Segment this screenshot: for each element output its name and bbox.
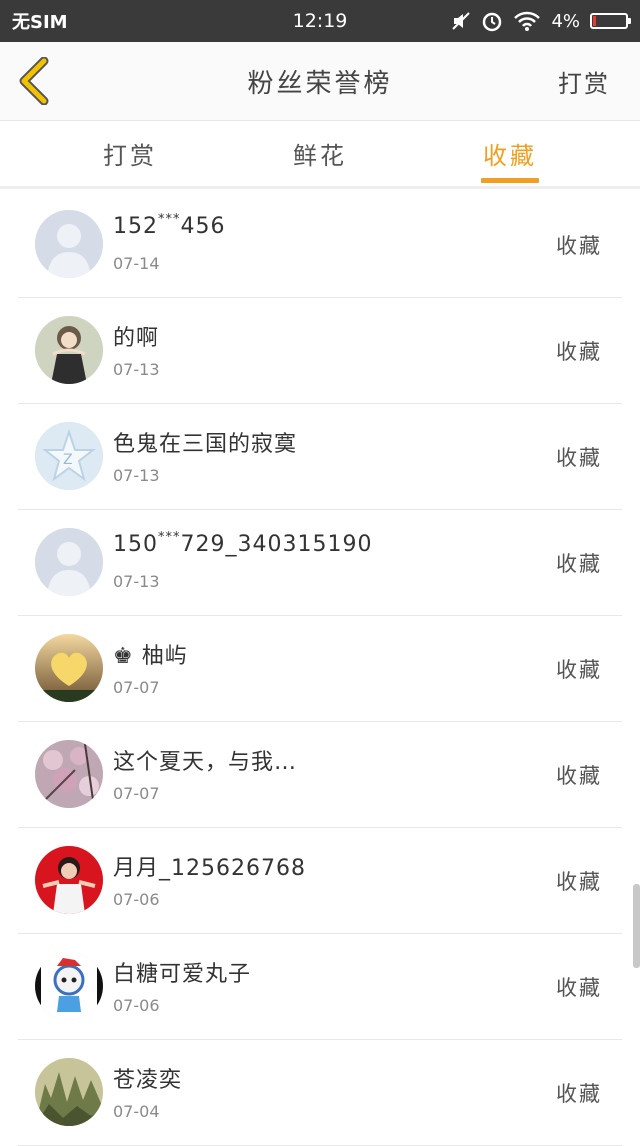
- tab-favorites[interactable]: 收藏: [460, 121, 560, 186]
- user-name: 的啊: [113, 326, 160, 351]
- tab-flowers[interactable]: 鲜花: [270, 121, 370, 186]
- date: 07-13: [113, 360, 160, 379]
- user-name: 色鬼在三国的寂寞: [113, 432, 298, 457]
- reward-button[interactable]: 打赏: [558, 64, 610, 99]
- date: 07-06: [113, 996, 160, 1015]
- avatar: [35, 846, 103, 914]
- list-item[interactable]: Z 色鬼在三国的寂寞 07-13 收藏: [18, 404, 622, 510]
- tab-label: 打赏: [103, 142, 157, 170]
- favorite-label: 收藏: [556, 1082, 602, 1106]
- svg-text:Z: Z: [63, 452, 73, 468]
- favorite-label: 收藏: [556, 870, 602, 894]
- avatar: [35, 634, 103, 702]
- user-name: 152***456: [113, 212, 226, 239]
- user-name: 白糖可爱丸子: [113, 962, 252, 987]
- avatar: [35, 740, 103, 808]
- user-name: 苍凌奕: [113, 1068, 183, 1093]
- chevron-left-icon: [19, 57, 49, 105]
- list-item[interactable]: 这个夏天，与我… 07-07 收藏: [18, 722, 622, 828]
- avatar: [35, 1058, 103, 1126]
- avatar: [35, 528, 103, 596]
- favorite-label: 收藏: [556, 446, 602, 470]
- avatar: [35, 210, 103, 278]
- list-item[interactable]: 白糖可爱丸子 07-06 收藏: [18, 934, 622, 1040]
- favorite-label: 收藏: [556, 976, 602, 1000]
- favorite-label: 收藏: [556, 552, 602, 576]
- date: 07-14: [113, 254, 160, 273]
- favorite-label: 收藏: [556, 234, 602, 258]
- avatar: [35, 316, 103, 384]
- date: 07-06: [113, 890, 160, 909]
- list-item[interactable]: 月月_125626768 07-06 收藏: [18, 828, 622, 934]
- status-bar: 无SIM 12:19 4%: [0, 0, 640, 42]
- date: 07-07: [113, 784, 160, 803]
- date: 07-13: [113, 466, 160, 485]
- date: 07-13: [113, 572, 160, 591]
- alarm-icon: [481, 10, 503, 32]
- mute-icon: [451, 11, 471, 31]
- carrier-label: 无SIM: [12, 12, 68, 33]
- fan-list: 152***456 07-14 收藏 的啊 07-13 收藏 Z 色鬼在三国的寂…: [0, 192, 640, 1146]
- tab-label: 收藏: [483, 142, 537, 170]
- favorite-label: 收藏: [556, 658, 602, 682]
- favorite-label: 收藏: [556, 340, 602, 364]
- list-item[interactable]: 的啊 07-13 收藏: [18, 298, 622, 404]
- list-item[interactable]: 苍凌奕 07-04 收藏: [18, 1040, 622, 1146]
- tab-label: 鲜花: [293, 142, 347, 170]
- wifi-icon: [513, 10, 541, 32]
- user-name: 这个夏天，与我…: [113, 750, 298, 775]
- back-button[interactable]: [12, 56, 56, 106]
- list-item[interactable]: 150***729_340315190 07-13 收藏: [18, 510, 622, 616]
- page-title: 粉丝荣誉榜: [247, 68, 393, 99]
- battery-percent: 4%: [551, 10, 580, 32]
- avatar: Z: [35, 422, 103, 490]
- date: 07-04: [113, 1102, 160, 1121]
- battery-icon: [590, 13, 631, 29]
- date: 07-07: [113, 678, 160, 697]
- app-header: 粉丝荣誉榜 打赏: [0, 42, 640, 121]
- avatar: [35, 952, 103, 1020]
- tab-reward[interactable]: 打赏: [80, 121, 180, 186]
- favorite-label: 收藏: [556, 764, 602, 788]
- active-tab-indicator: [481, 178, 539, 183]
- list-item[interactable]: 152***456 07-14 收藏: [18, 192, 622, 298]
- user-name: ♚ 柚屿: [113, 644, 188, 669]
- user-name: 月月_125626768: [113, 856, 306, 881]
- scrollbar-thumb[interactable]: [633, 884, 640, 968]
- user-name: 150***729_340315190: [113, 530, 373, 557]
- tab-bar: 打赏 鲜花 收藏: [0, 121, 640, 189]
- list-item[interactable]: ♚ 柚屿 07-07 收藏: [18, 616, 622, 722]
